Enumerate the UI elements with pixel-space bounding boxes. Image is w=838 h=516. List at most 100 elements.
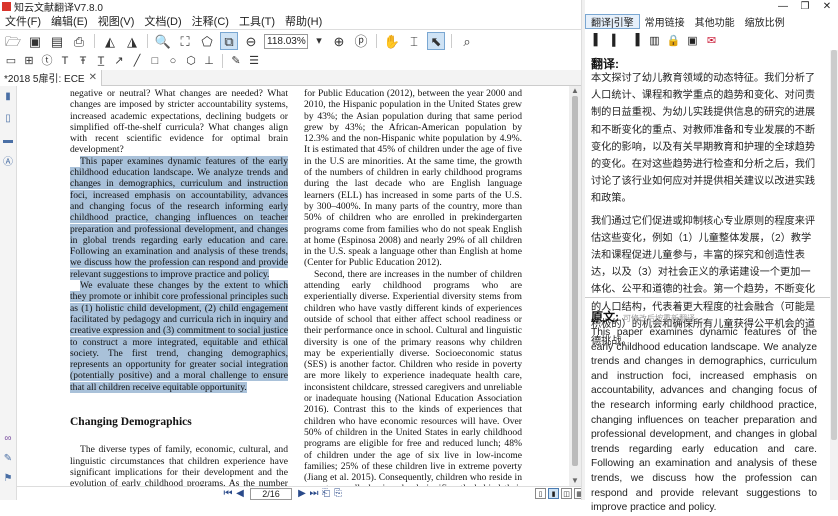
menu-document[interactable]: 文档(D) — [139, 13, 186, 29]
save-icon[interactable]: ▣ — [26, 32, 44, 50]
close-icon[interactable]: ✕ — [89, 72, 97, 83]
document-page[interactable]: negative or neutral? What changes are ne… — [17, 86, 569, 486]
right-column: for Public Education (2012), between the… — [304, 88, 522, 486]
annotation-list-icon[interactable]: Ⓐ — [2, 154, 14, 168]
note-save-icon[interactable]: ▍ — [610, 34, 623, 47]
tab-other-functions[interactable]: 其他功能 — [690, 14, 740, 29]
scroll-down-icon[interactable]: ▼ — [569, 476, 581, 486]
original-label: 原文: 可修改后按重新翻译 — [591, 308, 695, 325]
underline-icon[interactable]: T̲ — [94, 54, 108, 68]
zoom-out-icon[interactable]: ⊖ — [242, 32, 260, 50]
prev-page-icon[interactable]: ◀ — [234, 488, 246, 499]
highlight-icon[interactable]: T — [58, 54, 72, 68]
rotate-right-icon[interactable]: ◮ — [123, 32, 141, 50]
original-hint: 可修改后按重新翻译 — [623, 314, 695, 323]
edit-annotation-icon[interactable]: ✎ — [229, 54, 243, 68]
text-box-icon[interactable]: ⊞ — [22, 54, 36, 68]
tab-common-links[interactable]: 常用链接 — [640, 14, 690, 29]
menu-edit[interactable]: 编辑(E) — [46, 13, 93, 29]
menu-comment[interactable]: 注释(C) — [187, 13, 234, 29]
translation-paragraph: 本文探讨了幼儿教育领域的动态特征。我们分析了人口统计、课程和教学重点的趋势和变化… — [591, 73, 816, 205]
continuous-view-icon[interactable]: ▮ — [548, 488, 559, 499]
toolbar-separator — [376, 34, 377, 48]
tab-zoom-ratio[interactable]: 缩放比例 — [740, 14, 790, 29]
zoom-icon[interactable]: 🔍 — [154, 32, 172, 50]
polygon-icon[interactable]: ⬡ — [184, 54, 198, 68]
stamp-icon[interactable]: ⊥ — [202, 54, 216, 68]
bookmark-icon[interactable]: ▮ — [2, 90, 14, 102]
facing-view-icon[interactable]: ◫ — [561, 488, 572, 499]
attachment-icon[interactable]: ✎ — [2, 452, 14, 464]
forward-view-icon[interactable]: ⎘ — [332, 488, 344, 499]
link-icon[interactable]: ∞ — [2, 432, 14, 444]
last-page-icon[interactable]: ⏭ — [308, 488, 320, 499]
select-tool-icon[interactable]: ⬉ — [427, 32, 445, 50]
ellipse-icon[interactable]: ○ — [166, 54, 180, 68]
comment-list-icon[interactable]: ☰ — [247, 54, 261, 68]
close-window-icon[interactable]: ✕ — [816, 0, 838, 13]
search-icon[interactable]: ⌕ — [458, 32, 476, 50]
toolbar-separator — [94, 34, 95, 48]
continuous-page-icon[interactable]: ⧉ — [220, 32, 238, 50]
menu-file[interactable]: 文件(F) — [0, 13, 46, 29]
highlighted-selection[interactable]: This paper examines dynamic features of … — [70, 155, 288, 280]
save-as-icon[interactable]: ▤ — [48, 32, 66, 50]
maximize-icon[interactable]: ❐ — [794, 0, 816, 13]
rotate-left-icon[interactable]: ◭ — [101, 32, 119, 50]
view-mode-group: ▯ ▮ ◫ ▦ — [535, 488, 585, 499]
paragraph: We evaluate these changes by the extent … — [70, 280, 288, 393]
strikeout-icon[interactable]: Ŧ — [76, 54, 90, 68]
copy-icon[interactable]: ▌ — [591, 34, 604, 47]
menu-bar: 文件(F) 编辑(E) 视图(V) 文档(D) 注释(C) 工具(T) 帮助(H… — [0, 13, 585, 30]
fit-page-icon[interactable]: ⛶ — [176, 32, 194, 50]
scrollbar-thumb[interactable] — [572, 96, 578, 466]
paragraph: This paper examines dynamic features of … — [70, 155, 288, 280]
arrow-icon[interactable]: ↗ — [112, 54, 126, 68]
left-column: negative or neutral? What changes are ne… — [70, 88, 288, 486]
first-page-icon[interactable]: ⏮ — [222, 488, 234, 499]
menu-help[interactable]: 帮助(H) — [280, 13, 327, 29]
highlighted-selection[interactable]: We evaluate these changes by the extent … — [70, 280, 288, 393]
history-icon[interactable]: ▐ — [629, 34, 642, 47]
window-controls: — ❐ ✕ — [772, 0, 838, 13]
panel-scrollbar-thumb[interactable] — [831, 50, 837, 440]
back-view-icon[interactable]: ⎗ — [320, 488, 332, 499]
document-tab[interactable]: *2018 5扉引: ECE ✕ — [0, 69, 102, 86]
text-select-icon[interactable]: ⌶ — [405, 32, 423, 50]
note-icon[interactable]: ▭ — [4, 54, 18, 68]
fit-width-icon[interactable]: ⬠ — [198, 32, 216, 50]
document-scrollbar[interactable]: ▲ ▼ — [569, 86, 581, 486]
scroll-up-icon[interactable]: ▲ — [569, 86, 581, 96]
typewriter-icon[interactable]: ⓣ — [40, 54, 54, 68]
thumbnail-icon[interactable]: ▯ — [2, 112, 14, 124]
panel-divider — [585, 297, 838, 298]
single-page-view-icon[interactable]: ▯ — [535, 488, 546, 499]
lock-icon[interactable]: 🔒 — [667, 34, 681, 47]
menu-tools[interactable]: 工具(T) — [234, 13, 280, 29]
pages-icon[interactable]: ▥ — [648, 34, 661, 47]
mail-icon[interactable]: ✉ — [705, 34, 718, 47]
status-bar: ⏮ ◀ 2/16 ▶ ⏭ ⎗ ⎘ ▯ ▮ ◫ ▦ — [17, 486, 585, 500]
original-text-editor[interactable]: This paper examines dynamic features of … — [591, 326, 817, 516]
zoom-level-field[interactable]: 118.03% — [264, 33, 308, 49]
page-number-field[interactable]: 2/16 — [250, 487, 292, 500]
hand-tool-icon[interactable]: ✋ — [383, 32, 401, 50]
open-folder-icon[interactable]: 🗁 — [4, 32, 22, 50]
next-page-icon[interactable]: ▶ — [296, 488, 308, 499]
print-icon[interactable]: ⎙ — [70, 32, 88, 50]
page-nav-icon[interactable]: ⓟ — [352, 32, 370, 50]
menu-view[interactable]: 视图(V) — [93, 13, 140, 29]
window-title: 知云文献翻译V7.8.0 — [14, 3, 103, 14]
layers-icon[interactable]: ▬ — [2, 134, 14, 146]
export-icon[interactable]: ▣ — [686, 34, 699, 47]
minimize-icon[interactable]: — — [772, 0, 794, 13]
panel-scrollbar[interactable] — [830, 50, 838, 500]
paragraph: negative or neutral? What changes are ne… — [70, 88, 288, 156]
zoom-in-icon[interactable]: ⊕ — [330, 32, 348, 50]
rectangle-icon[interactable]: □ — [148, 54, 162, 68]
line-icon[interactable]: ╱ — [130, 54, 144, 68]
zoom-dropdown-icon[interactable]: ▾ — [312, 34, 326, 48]
signature-icon[interactable]: ⚑ — [2, 472, 14, 484]
tab-translate-engine[interactable]: 翻译|引擎 — [585, 14, 640, 29]
document-tab-bar: *2018 5扉引: ECE ✕ — [0, 69, 585, 86]
